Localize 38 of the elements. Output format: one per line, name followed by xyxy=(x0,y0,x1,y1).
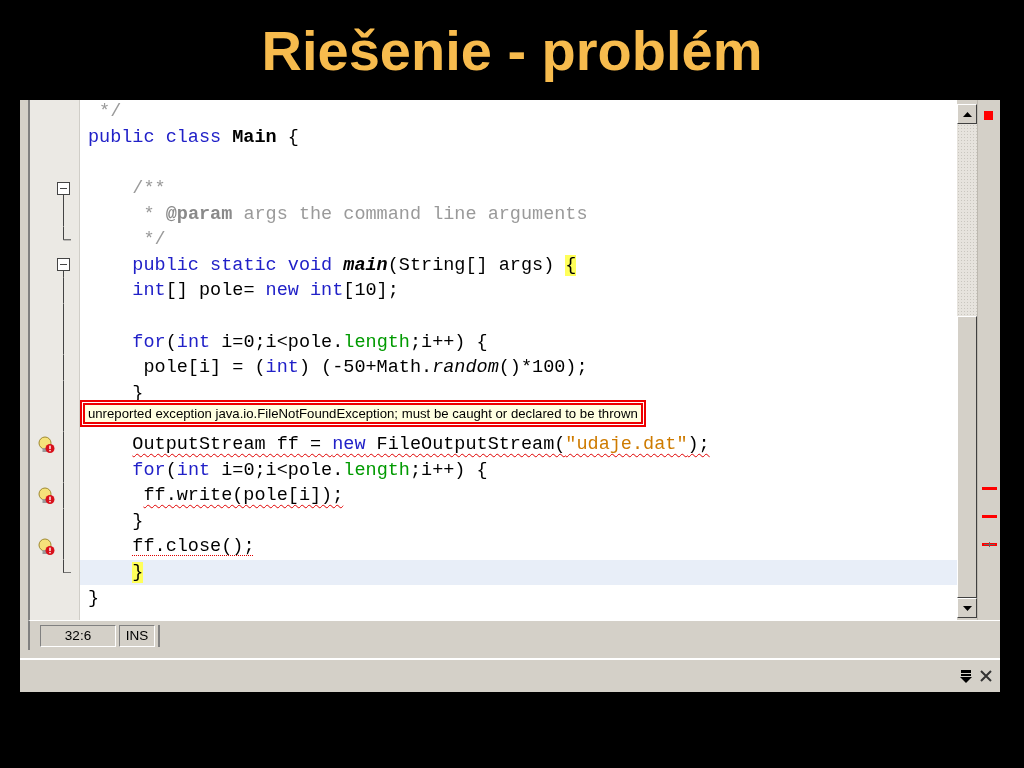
code-line: /** xyxy=(131,178,166,200)
code-line: */ xyxy=(98,101,122,123)
code-line: * @param args the command line arguments xyxy=(142,203,588,225)
error-status-icon xyxy=(984,111,993,120)
code-line: ff.close(); xyxy=(131,536,255,558)
code-line: for(int i=0;i<pole.length;i++) { xyxy=(131,459,488,481)
code-line: ff.write(pole[i]); xyxy=(142,485,344,507)
code-editor[interactable] xyxy=(79,100,957,621)
error-bulb-icon[interactable] xyxy=(38,486,55,505)
up-arrow-icon xyxy=(962,111,972,117)
code-line: } xyxy=(131,510,144,532)
caret-position: 32:6 xyxy=(40,624,116,647)
fold-end-icon xyxy=(63,226,71,241)
scroll-up-button[interactable] xyxy=(957,104,977,124)
code-line: int[] pole= new int[10]; xyxy=(131,280,399,302)
code-line: for(int i=0;i<pole.length;i++) { xyxy=(131,331,488,353)
scroll-thumb[interactable] xyxy=(957,316,977,598)
insert-mode: INS xyxy=(119,624,155,647)
close-icon[interactable] xyxy=(980,670,992,683)
fold-toggle-icon[interactable] xyxy=(57,258,70,279)
minimize-icon[interactable] xyxy=(960,669,972,683)
error-bulb-icon[interactable] xyxy=(38,435,55,454)
down-arrow-icon xyxy=(962,605,972,611)
error-mark-icon xyxy=(982,487,997,490)
code-line: public static void main(String[] args) { xyxy=(131,254,577,276)
scroll-down-button[interactable] xyxy=(957,598,977,618)
code-line: OutputStream ff = new FileOutputStream("udaje.dat"); xyxy=(131,434,710,455)
code-line: public class Main { xyxy=(87,126,299,148)
error-tooltip: unreported exception java.io.FileNotFoundException; must be caught or declared to be thrown xyxy=(82,402,643,424)
code-line: } xyxy=(87,587,100,609)
slide-title: Riešenie - problém xyxy=(261,17,763,83)
fold-line xyxy=(63,201,65,227)
error-bulb-icon[interactable] xyxy=(38,538,55,557)
error-mark-icon xyxy=(982,515,997,518)
code-line: pole[i] = (int) (-50+Math.random()*100); xyxy=(142,357,588,379)
code-line: */ xyxy=(142,229,166,251)
fold-end-icon xyxy=(63,559,71,574)
fold-toggle-icon[interactable] xyxy=(57,181,70,202)
